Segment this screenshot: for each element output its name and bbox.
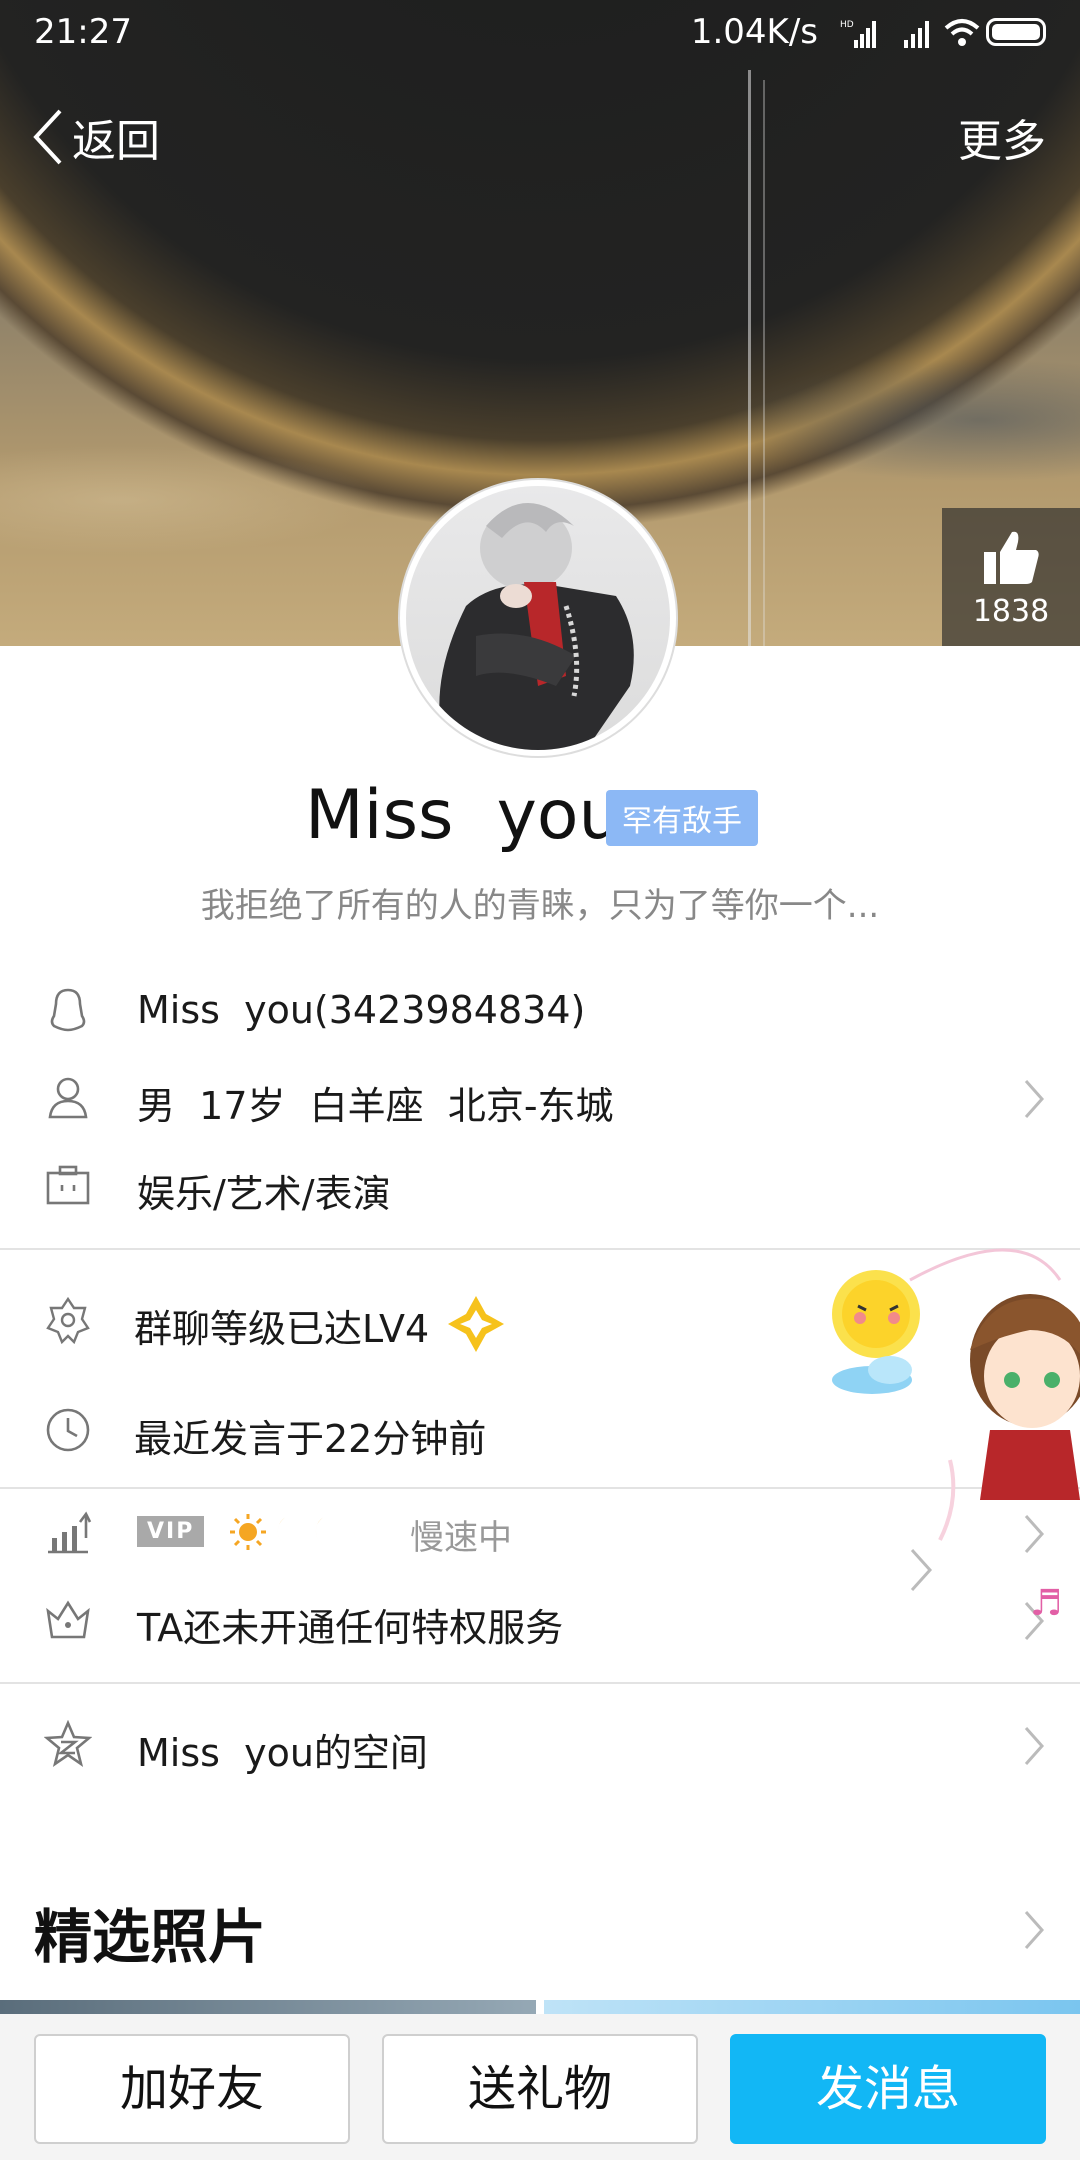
back-button[interactable]: 返回	[30, 105, 160, 169]
growth-chart-icon	[48, 1511, 92, 1554]
basic-info: 男 17岁 白羊座 北京-东城	[137, 1084, 614, 1128]
network-speed: 1.04K/s	[690, 12, 818, 52]
thumbs-up-icon	[984, 531, 1039, 584]
send-gift-button[interactable]: 送礼物	[382, 2034, 698, 2144]
briefcase-icon	[46, 1165, 90, 1205]
more-button[interactable]: 更多	[958, 105, 1046, 169]
group-level: 群聊等级已达LV4	[134, 1307, 430, 1351]
photo-strip[interactable]	[0, 2000, 1080, 2014]
hd-tag: HD	[840, 20, 854, 30]
qzone-label: Miss you的空间	[137, 1731, 428, 1775]
profile-signature[interactable]: 我拒绝了所有的人的青睐，只为了等你一个...	[0, 878, 1080, 927]
avatar-figure	[439, 503, 634, 750]
avatar[interactable]	[400, 480, 676, 756]
add-friend-button[interactable]: 加好友	[34, 2034, 350, 2144]
last-spoken: 最近发言于22分钟前	[134, 1417, 487, 1461]
occupation-row: 娱乐/艺术/表演	[0, 1143, 1080, 1231]
wifi-icon	[944, 19, 980, 46]
cover-line	[763, 80, 765, 646]
privilege-status: TA还未开通任何特权服务	[137, 1606, 564, 1650]
like-count: 1838	[972, 594, 1050, 629]
person-icon	[48, 1077, 88, 1119]
level-diamond-icon	[448, 1296, 504, 1352]
signal-icon	[904, 21, 929, 48]
vip-speed-status: 慢速中	[410, 1518, 512, 1558]
penguin-icon	[50, 988, 86, 1032]
moon-icon	[315, 1516, 338, 1548]
like-button[interactable]: 1838	[942, 508, 1080, 646]
divider	[0, 1682, 1080, 1684]
photo-thumbnail[interactable]	[0, 2000, 536, 2014]
moon-icon	[353, 1516, 376, 1548]
action-bar: 加好友 送礼物 发消息	[0, 2014, 1080, 2160]
svg-text:♬: ♬	[1030, 1583, 1062, 1624]
moon-icon	[277, 1516, 300, 1548]
crown-icon	[46, 1600, 90, 1639]
cover-line	[748, 70, 751, 646]
vip-badge: VIP	[137, 1516, 205, 1547]
qzone-row[interactable]: Miss you的空间	[0, 1702, 1080, 1790]
chevron-right-icon[interactable]	[1022, 1908, 1046, 1952]
chevron-right-icon	[1024, 1727, 1045, 1765]
avatar-image	[406, 486, 670, 750]
occupation: 娱乐/艺术/表演	[137, 1172, 391, 1216]
qq-id: Miss you(3423984834)	[137, 988, 586, 1032]
battery-icon	[986, 18, 1046, 46]
vip-level-icons	[230, 1514, 376, 1550]
clock-icon	[46, 1408, 90, 1452]
profile-name: Miss you	[305, 776, 622, 855]
status-time: 21:27	[34, 12, 132, 52]
featured-photos-title[interactable]: 精选照片	[34, 1890, 266, 1974]
sun-icon	[230, 1514, 266, 1550]
status-bar: 21:27 1.04K/s HD	[0, 0, 1080, 70]
qq-id-row: Miss you(3423984834)	[0, 968, 1080, 1056]
title-badge[interactable]: 罕有敌手	[606, 790, 758, 846]
back-label: 返回	[72, 116, 160, 167]
signal-hd-icon: HD	[840, 20, 876, 48]
qzone-star-icon	[44, 1720, 92, 1768]
badge-star-icon	[46, 1296, 90, 1344]
send-message-button[interactable]: 发消息	[730, 2034, 1046, 2144]
photo-thumbnail[interactable]	[544, 2000, 1080, 2014]
name-row: Miss you 罕有敌手	[0, 776, 1080, 866]
basic-info-row[interactable]: 男 17岁 白羊座 北京-东城	[0, 1055, 1080, 1143]
sun-icon	[832, 1270, 920, 1358]
chevron-left-icon	[33, 109, 62, 165]
pendant-sticker[interactable]: ♬	[820, 1240, 1080, 1660]
chevron-right-icon	[1024, 1080, 1045, 1118]
